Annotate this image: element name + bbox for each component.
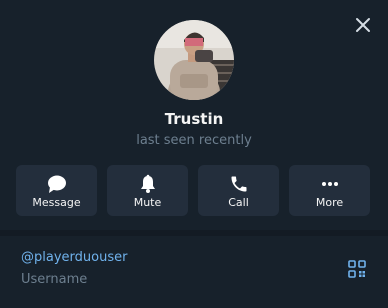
- username-section: @playerduouser Username: [0, 236, 388, 308]
- call-button[interactable]: Call: [198, 165, 279, 216]
- message-button[interactable]: Message: [16, 165, 97, 216]
- qr-code-icon: [348, 260, 366, 278]
- chat-bubble-icon: [47, 175, 66, 193]
- more-button-label: More: [315, 196, 344, 209]
- avatar-photo: [154, 20, 234, 100]
- message-button-label: Message: [32, 196, 81, 209]
- close-icon: [356, 18, 370, 32]
- last-seen-status: last seen recently: [136, 133, 252, 148]
- profile-header: Trustin last seen recently Message Mute …: [0, 0, 388, 230]
- bell-icon: [140, 174, 155, 193]
- mute-button[interactable]: Mute: [107, 165, 188, 216]
- action-bar: Message Mute Call More: [16, 165, 372, 216]
- avatar[interactable]: [154, 20, 234, 100]
- more-dots-icon: [321, 182, 338, 186]
- username-label: Username: [21, 272, 88, 287]
- username-value[interactable]: @playerduouser: [21, 250, 127, 265]
- mute-button-label: Mute: [133, 196, 162, 209]
- call-button-label: Call: [228, 196, 249, 209]
- more-button[interactable]: More: [289, 165, 370, 216]
- close-button[interactable]: [350, 12, 376, 38]
- phone-icon: [231, 176, 246, 192]
- profile-panel: Trustin last seen recently Message Mute …: [0, 0, 388, 308]
- profile-name: Trustin: [164, 110, 224, 128]
- qr-code-button[interactable]: [346, 258, 368, 280]
